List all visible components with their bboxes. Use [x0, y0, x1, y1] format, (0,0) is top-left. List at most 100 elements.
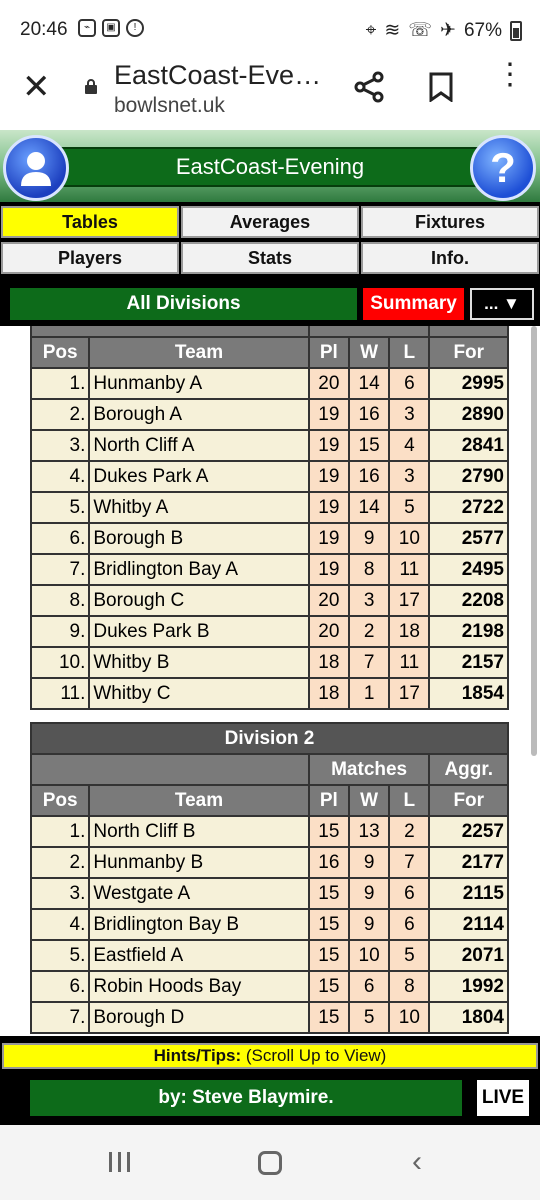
row-won: 14	[347, 491, 391, 524]
more-dropdown[interactable]: ... ▼	[470, 288, 534, 320]
system-icons: ⌖ ≋ ☏ ✈ 67%	[366, 19, 522, 42]
row-for: 2495	[428, 553, 509, 586]
row-lost: 6	[388, 367, 431, 400]
row-for: 2115	[428, 877, 509, 910]
row-pos: 1.	[29, 367, 91, 400]
division-1-table: Pos Team Pl W L For 1. Hunmanby A 20 14 6 299…	[29, 326, 509, 710]
row-lost: 7	[388, 846, 431, 879]
row-team[interactable]: Bridlington Bay A	[88, 553, 310, 586]
nav-tables[interactable]: Tables	[1, 206, 179, 238]
site-title-bar: EastCoast-Evening	[40, 147, 500, 187]
browser-toolbar: ✕ EastCoast-Eve… bowlsnet.uk ⋮	[0, 60, 540, 130]
row-team[interactable]: Borough C	[88, 584, 310, 617]
row-team[interactable]: Borough D	[88, 1001, 310, 1034]
row-played: 15	[307, 815, 350, 848]
page-scrollbar[interactable]	[531, 326, 537, 756]
row-won: 10	[347, 939, 391, 972]
credit-label: by: Steve Blaymire.	[30, 1080, 462, 1116]
row-lost: 11	[388, 553, 431, 586]
row-won: 6	[347, 970, 391, 1003]
row-played: 15	[307, 970, 350, 1003]
bookmark-icon[interactable]	[428, 72, 454, 102]
row-for: 2114	[428, 908, 509, 941]
table-row: 5. Eastfield A 15 10 5 2071	[29, 939, 509, 972]
website-content: EastCoast-Evening ? Tables Averages Fixt…	[0, 130, 540, 1125]
app-notification-icon: ▣	[102, 19, 120, 37]
row-team[interactable]: Hunmanby B	[88, 846, 310, 879]
home-icon[interactable]	[258, 1151, 282, 1175]
row-for: 2071	[428, 939, 509, 972]
division-selector[interactable]: All Divisions	[10, 288, 357, 320]
row-team[interactable]: Dukes Park B	[88, 615, 310, 648]
row-pos: 7.	[29, 553, 91, 586]
row-team[interactable]: Borough B	[88, 522, 310, 555]
hints-text: (Scroll Up to View)	[241, 1046, 387, 1065]
row-played: 15	[307, 939, 350, 972]
division-1-rows: 1. Hunmanby A 20 14 6 2995 2. Borough A 19 16 3 289…	[29, 367, 509, 710]
page-title: EastCoast-Eve…	[114, 60, 322, 90]
col-header: W	[347, 336, 391, 369]
tables-scroll-area[interactable]: Pos Team Pl W L For 1. Hunmanby A 20 14 6 299…	[0, 326, 540, 1036]
row-team[interactable]: Borough A	[88, 398, 310, 431]
row-played: 18	[307, 646, 350, 679]
nav-fixtures[interactable]: Fixtures	[361, 206, 539, 238]
row-pos: 9.	[29, 615, 91, 648]
back-icon[interactable]: ‹	[412, 1147, 422, 1177]
table-row: 3. Westgate A 15 9 6 2115	[29, 877, 509, 910]
row-team[interactable]: Westgate A	[88, 877, 310, 910]
help-button[interactable]: ?	[470, 135, 536, 201]
row-lost: 6	[388, 908, 431, 941]
row-lost: 18	[388, 615, 431, 648]
row-for: 2841	[428, 429, 509, 462]
col-header: For	[428, 336, 509, 369]
row-team[interactable]: Robin Hoods Bay	[88, 970, 310, 1003]
row-team[interactable]: Whitby B	[88, 646, 310, 679]
row-lost: 17	[388, 584, 431, 617]
more-options-icon[interactable]: ⋮	[495, 60, 525, 90]
nav-info[interactable]: Info.	[361, 242, 539, 274]
table-row: 11. Whitby C 18 1 17 1854	[29, 677, 509, 710]
row-pos: 7.	[29, 1001, 91, 1034]
row-lost: 10	[388, 1001, 431, 1034]
row-pos: 4.	[29, 460, 91, 493]
row-team[interactable]: Whitby A	[88, 491, 310, 524]
row-team[interactable]: Hunmanby A	[88, 367, 310, 400]
summary-button[interactable]: Summary	[363, 288, 464, 320]
row-team[interactable]: Bridlington Bay B	[88, 908, 310, 941]
close-tab-button[interactable]: ✕	[22, 70, 51, 104]
row-played: 16	[307, 846, 350, 879]
row-for: 1854	[428, 677, 509, 710]
col-header: Pos	[29, 336, 91, 369]
hints-label: Hints/Tips:	[153, 1046, 242, 1065]
row-pos: 6.	[29, 522, 91, 555]
usb-icon: ⌁	[78, 19, 96, 37]
row-team[interactable]: North Cliff B	[88, 815, 310, 848]
row-team[interactable]: Eastfield A	[88, 939, 310, 972]
row-won: 5	[347, 1001, 391, 1034]
row-team[interactable]: North Cliff A	[88, 429, 310, 462]
hints-bar[interactable]: Hints/Tips: (Scroll Up to View)	[0, 1036, 540, 1070]
table-row: 4. Dukes Park A 19 16 3 2790	[29, 460, 509, 493]
row-played: 19	[307, 429, 350, 462]
col-header: Team	[88, 336, 310, 369]
row-pos: 5.	[29, 939, 91, 972]
row-for: 2177	[428, 846, 509, 879]
division-title: Division 2	[30, 722, 509, 755]
live-button[interactable]: LIVE	[477, 1080, 529, 1116]
row-won: 9	[347, 908, 391, 941]
row-won: 1	[347, 677, 391, 710]
row-team[interactable]: Whitby C	[88, 677, 310, 710]
location-icon: ⌖	[365, 19, 377, 41]
user-avatar-button[interactable]	[3, 135, 69, 201]
page-domain[interactable]: bowlsnet.uk	[114, 94, 225, 118]
recent-apps-icon[interactable]	[107, 1151, 133, 1173]
row-for: 2577	[428, 522, 509, 555]
row-lost: 6	[388, 877, 431, 910]
nav-averages[interactable]: Averages	[181, 206, 359, 238]
share-icon[interactable]	[352, 70, 386, 104]
nav-players[interactable]: Players	[1, 242, 179, 274]
row-lost: 17	[388, 677, 431, 710]
nav-stats[interactable]: Stats	[181, 242, 359, 274]
hints-banner[interactable]: Hints/Tips: (Scroll Up to View)	[2, 1043, 538, 1069]
row-team[interactable]: Dukes Park A	[88, 460, 310, 493]
